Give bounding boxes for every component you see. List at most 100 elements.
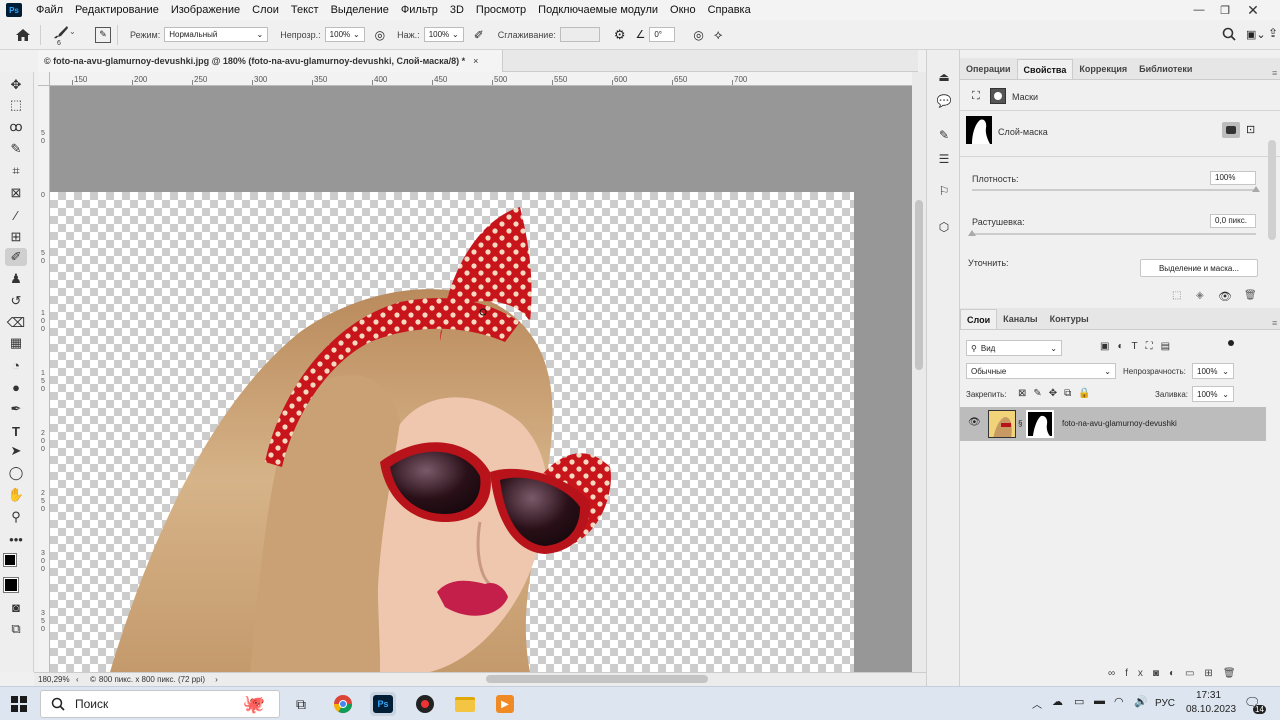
language-indicator[interactable]: РУС bbox=[1155, 698, 1175, 709]
menu-filter[interactable]: Фильтр bbox=[395, 4, 444, 16]
healing-tool-icon[interactable]: ⊞ bbox=[5, 228, 27, 246]
chevron-left-icon[interactable]: ‹ bbox=[76, 675, 79, 684]
ellipse-tool-icon[interactable]: ◯ bbox=[5, 464, 27, 482]
history-icon[interactable]: ⏏ bbox=[934, 68, 954, 86]
menu-file[interactable]: Файл bbox=[30, 4, 69, 16]
trash-icon[interactable]: 🗑 bbox=[1244, 290, 1257, 301]
comments-icon[interactable]: 💬 bbox=[934, 92, 954, 110]
tab-operations[interactable]: Операции bbox=[960, 59, 1017, 79]
foreground-color-swatch-large[interactable] bbox=[3, 577, 19, 593]
zoom-level[interactable]: 180,29% bbox=[38, 675, 78, 684]
type-tool-icon[interactable]: T bbox=[5, 422, 27, 440]
feather-slider-track[interactable] bbox=[972, 233, 1256, 235]
feather-slider-thumb[interactable] bbox=[968, 230, 976, 236]
vector-mask-icon[interactable]: ⊡ bbox=[1246, 123, 1255, 136]
gradient-tool-icon[interactable]: ▦ bbox=[5, 334, 27, 352]
lasso-tool-icon[interactable]: ꝏ bbox=[5, 118, 27, 136]
windows-start-icon[interactable] bbox=[6, 692, 32, 716]
chevron-up-icon[interactable]: ︿ bbox=[1032, 696, 1042, 711]
eraser-tool-icon[interactable]: ⌫ bbox=[5, 314, 27, 332]
canvas-area[interactable] bbox=[50, 86, 912, 672]
history-brush-tool-icon[interactable]: ↺ bbox=[5, 292, 27, 310]
screen-mode-icon[interactable]: ⧉ bbox=[5, 620, 27, 638]
apply-mask-icon[interactable]: ◈ bbox=[1196, 290, 1204, 301]
taskbar-search-box[interactable]: Поиск 🐙 bbox=[40, 690, 280, 718]
pressure-size-icon[interactable]: ◎ bbox=[693, 28, 703, 42]
properties-scrollbar[interactable] bbox=[1268, 140, 1276, 240]
clock-date[interactable]: 08.10.2023 bbox=[1186, 704, 1236, 715]
document-info[interactable]: 800 пикс. x 800 пикс. (72 ppi) bbox=[99, 675, 205, 684]
menu-window[interactable]: Окно bbox=[664, 4, 702, 16]
layer-mask-icon[interactable] bbox=[990, 88, 1006, 104]
panel-menu-icon[interactable]: ≡ bbox=[1272, 68, 1277, 78]
search-icon[interactable] bbox=[1222, 27, 1236, 44]
chrome-icon[interactable] bbox=[330, 692, 356, 716]
quick-mask-icon[interactable]: ◙ bbox=[5, 598, 27, 616]
stamp-tool-icon[interactable]: ♟ bbox=[5, 270, 27, 288]
pen-tool-icon[interactable]: ✒ bbox=[5, 400, 27, 418]
close-tab-icon[interactable]: × bbox=[473, 56, 478, 66]
eyedropper-tool-icon[interactable]: ⁄ bbox=[5, 206, 27, 224]
blend-mode-select[interactable]: Обычные ⌄ bbox=[966, 363, 1116, 379]
symmetry-icon[interactable]: ⟡ bbox=[714, 27, 723, 43]
close-window-icon[interactable]: ✕ bbox=[1242, 0, 1264, 20]
menu-edit[interactable]: Редактирование bbox=[69, 4, 165, 16]
feather-input[interactable]: 0,0 пикс. bbox=[1210, 214, 1256, 228]
lock-icons[interactable]: ⊠✎✥⧉🔒 bbox=[1018, 388, 1098, 399]
tab-layers[interactable]: Слои bbox=[960, 309, 998, 329]
wifi-icon[interactable]: ◠ bbox=[1114, 695, 1124, 708]
mode-select[interactable]: Нормальный ⌄ bbox=[164, 27, 269, 42]
battery-icon[interactable]: ▬ bbox=[1094, 695, 1105, 707]
foreground-color-swatch[interactable] bbox=[3, 553, 17, 567]
maximize-icon[interactable]: ❐ bbox=[1214, 0, 1236, 20]
pressure-opacity-icon[interactable]: ◎ bbox=[375, 28, 385, 42]
quick-select-tool-icon[interactable]: ✎ bbox=[5, 140, 27, 158]
layer-actions-icons[interactable]: ∞fx◙◐▭⊞🗑 bbox=[1108, 668, 1246, 679]
load-selection-icon[interactable]: ⬚ bbox=[1172, 290, 1181, 301]
move-tool-icon[interactable]: ✥ bbox=[5, 76, 27, 94]
minimize-icon[interactable]: — bbox=[1188, 0, 1210, 20]
filter-toggle-icon[interactable] bbox=[1228, 340, 1234, 346]
horizontal-scroll-thumb[interactable] bbox=[486, 675, 708, 683]
pixel-mask-icon[interactable]: ⛶ bbox=[972, 90, 980, 103]
home-icon[interactable] bbox=[12, 28, 34, 42]
menu-select[interactable]: Выделение bbox=[325, 4, 395, 16]
menu-help[interactable]: Справка bbox=[702, 4, 757, 16]
fill-input[interactable]: 100% ⌄ bbox=[1192, 386, 1234, 402]
menu-plugins[interactable]: Подключаемые модули bbox=[532, 4, 664, 16]
angle-input[interactable]: 0° bbox=[649, 27, 676, 42]
dodge-tool-icon[interactable]: ● bbox=[5, 378, 27, 396]
task-view-icon[interactable]: ⧉ bbox=[288, 692, 314, 716]
menu-layers[interactable]: Слои bbox=[246, 4, 285, 16]
hand-tool-icon[interactable]: ✋ bbox=[5, 486, 27, 504]
marquee-tool-icon[interactable]: ⬚ bbox=[5, 96, 27, 114]
density-slider-thumb[interactable] bbox=[1252, 186, 1260, 192]
clone-source-icon[interactable]: ⚐ bbox=[934, 182, 954, 200]
clock-time[interactable]: 17:31 bbox=[1196, 690, 1221, 701]
density-input[interactable]: 100% bbox=[1210, 171, 1256, 185]
layer-thumbnail[interactable] bbox=[988, 410, 1016, 438]
airbrush-icon[interactable]: ✐ bbox=[474, 28, 484, 42]
layer-mask-thumbnail[interactable] bbox=[1026, 410, 1054, 438]
opacity-input[interactable]: 100% ⌄ bbox=[324, 27, 365, 42]
density-slider-track[interactable] bbox=[972, 189, 1256, 191]
media-player-icon[interactable]: ▶ bbox=[492, 692, 518, 716]
tab-properties[interactable]: Свойства bbox=[1016, 59, 1074, 79]
workspace-icon[interactable]: ▣⌄ bbox=[1246, 28, 1266, 41]
layer-filter-select[interactable]: ⚲ Вид ⌄ bbox=[966, 340, 1062, 356]
flow-input[interactable]: 100% ⌄ bbox=[423, 27, 464, 42]
tab-paths[interactable]: Контуры bbox=[1044, 309, 1095, 329]
brush-settings-icon[interactable]: ✎ bbox=[95, 26, 111, 43]
menu-view[interactable]: Просмотр bbox=[470, 4, 532, 16]
display-icon[interactable]: ▭ bbox=[1074, 695, 1084, 708]
eye-icon[interactable]: 👁 bbox=[1218, 290, 1232, 303]
path-select-tool-icon[interactable]: ➤ bbox=[5, 442, 27, 460]
blur-tool-icon[interactable]: ◔ bbox=[5, 356, 27, 374]
vertical-scrollbar[interactable] bbox=[912, 72, 926, 672]
brush-settings-panel-icon[interactable]: ✎ bbox=[934, 126, 954, 144]
tab-libraries[interactable]: Библиотеки bbox=[1133, 59, 1198, 79]
layer-row[interactable]: 👁 § foto-na-avu-glamurnoy-devushki bbox=[960, 407, 1266, 441]
select-and-mask-button[interactable]: Выделение и маска... bbox=[1140, 259, 1258, 277]
photoshop-taskbar-icon[interactable]: Ps bbox=[370, 692, 396, 716]
share-icon[interactable]: ⇪ bbox=[1268, 26, 1278, 40]
